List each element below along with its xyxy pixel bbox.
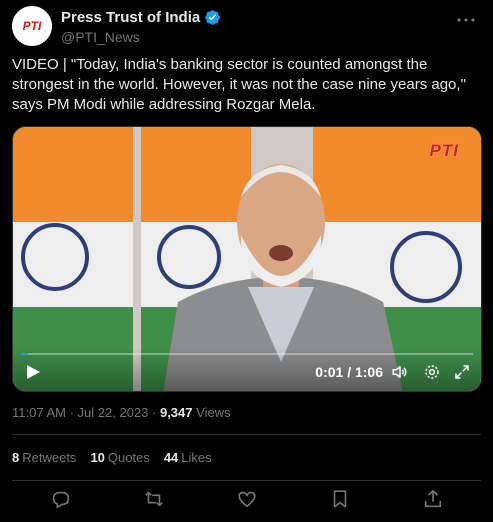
- share-icon[interactable]: [422, 488, 444, 510]
- volume-icon[interactable]: [391, 363, 409, 381]
- pti-logo-icon: PTI: [12, 6, 52, 46]
- likes-stat[interactable]: 44 Likes: [164, 450, 212, 465]
- tweet-date[interactable]: Jul 22, 2023: [78, 405, 149, 420]
- author-name[interactable]: Press Trust of India: [61, 9, 200, 26]
- video-progress-bar[interactable]: [21, 353, 473, 355]
- tweet-header: PTI Press Trust of India @PTI_News: [12, 6, 481, 46]
- tweet-meta: 11:07 AM · Jul 22, 2023 · 9,347 Views: [12, 405, 231, 420]
- settings-icon[interactable]: [423, 363, 441, 381]
- video-player[interactable]: PTI 0:01 / 1:06: [12, 126, 482, 392]
- author-info: Press Trust of India @PTI_News: [61, 9, 221, 45]
- retweets-label: Retweets: [22, 450, 77, 465]
- author-handle[interactable]: @PTI_News: [61, 29, 221, 45]
- divider: [12, 434, 481, 435]
- retweet-icon[interactable]: [143, 488, 165, 510]
- avatar-text: PTI: [23, 19, 42, 33]
- retweets-stat[interactable]: 8 Retweets: [12, 450, 76, 465]
- divider: [12, 480, 481, 481]
- tweet-text: VIDEO | "Today, India's banking sector i…: [12, 56, 466, 113]
- avatar[interactable]: PTI: [12, 6, 52, 46]
- views-label: Views: [196, 405, 231, 420]
- reply-icon[interactable]: [50, 488, 72, 510]
- verified-badge-icon: [205, 10, 220, 25]
- retweets-count: 8: [12, 450, 20, 465]
- quotes-count: 10: [90, 450, 105, 465]
- play-icon[interactable]: [25, 364, 41, 380]
- video-controls: 0:01 / 1:06: [13, 347, 481, 391]
- meta-separator: ·: [152, 405, 160, 420]
- engagement-stats: 8 Retweets 10 Quotes 44 Likes: [12, 450, 212, 465]
- like-icon[interactable]: [236, 488, 258, 510]
- bookmark-icon[interactable]: [329, 488, 351, 510]
- likes-count: 44: [163, 450, 179, 465]
- video-progress-fill: [21, 353, 28, 355]
- more-icon: [457, 18, 475, 22]
- meta-separator: ·: [69, 405, 78, 420]
- fullscreen-icon[interactable]: [453, 363, 471, 381]
- views-count: 9,347: [159, 405, 193, 420]
- tweet-actions: [0, 488, 493, 512]
- quotes-label: Quotes: [107, 450, 150, 465]
- video-watermark: PTI: [429, 141, 459, 160]
- video-time: 0:01 / 1:06: [315, 364, 383, 380]
- quotes-stat[interactable]: 10 Quotes: [90, 450, 149, 465]
- tweet-time[interactable]: 11:07 AM: [12, 405, 66, 420]
- likes-label: Likes: [181, 450, 212, 465]
- more-button[interactable]: [455, 12, 477, 28]
